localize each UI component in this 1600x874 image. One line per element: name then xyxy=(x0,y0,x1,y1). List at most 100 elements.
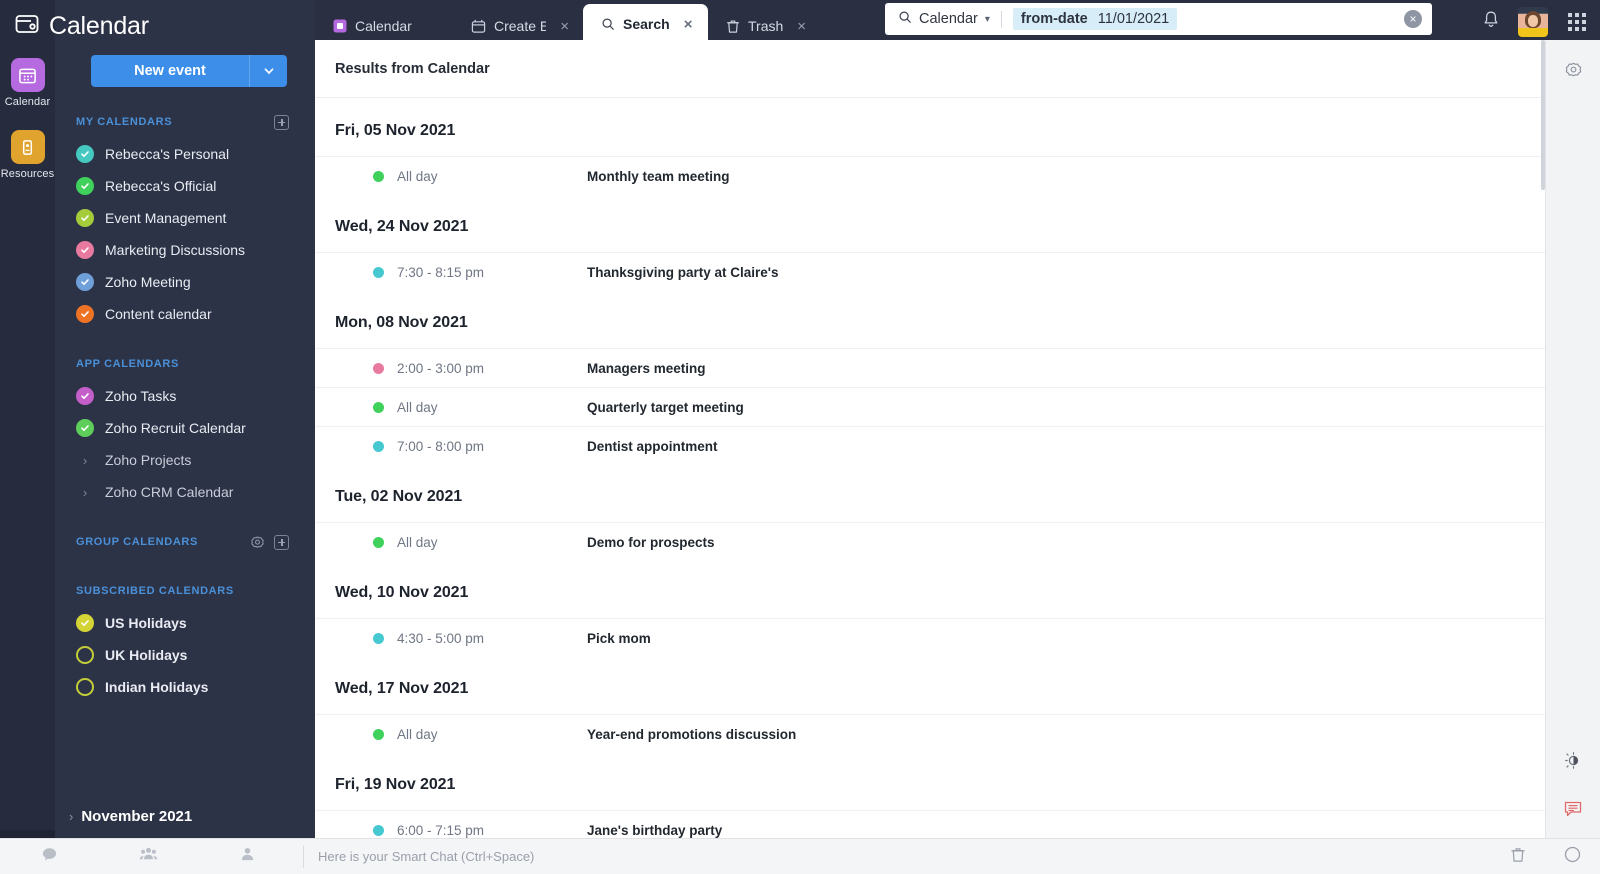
calendar-item-uk-holidays[interactable]: UK Holidays xyxy=(55,639,315,671)
clear-search-button[interactable]: × xyxy=(1404,10,1422,28)
event-row[interactable]: 7:30 - 8:15 pm Thanksgiving party at Cla… xyxy=(315,252,1545,291)
check-icon[interactable] xyxy=(76,614,94,632)
check-icon[interactable] xyxy=(76,177,94,195)
event-title: Jane's birthday party xyxy=(587,823,722,838)
day-group: Wed, 10 Nov 2021 4:30 - 5:00 pm Pick mom xyxy=(315,561,1545,657)
calendar-item-rebeccas-official[interactable]: Rebecca's Official xyxy=(55,170,315,202)
event-row[interactable]: 6:00 - 7:15 pm Jane's birthday party xyxy=(315,810,1545,838)
add-calendar-button[interactable] xyxy=(274,115,289,130)
app-rail-item-calendar[interactable]: Calendar xyxy=(0,44,55,108)
calendar-label: US Holidays xyxy=(105,615,187,631)
taskbar-circle-button[interactable] xyxy=(1545,846,1600,868)
section-title: GROUP CALENDARS xyxy=(76,536,198,548)
check-icon[interactable] xyxy=(76,209,94,227)
check-icon[interactable] xyxy=(76,305,94,323)
circle-icon xyxy=(1564,846,1581,868)
search-bar[interactable]: Calendar ▾ from-date 11/01/2021 × xyxy=(885,3,1432,35)
person-icon xyxy=(240,846,255,867)
event-title: Dentist appointment xyxy=(587,439,718,454)
event-title: Quarterly target meeting xyxy=(587,400,744,415)
calendar-label: Content calendar xyxy=(105,306,212,322)
chevron-down-icon[interactable] xyxy=(249,55,287,87)
add-group-calendar-button[interactable] xyxy=(274,535,289,550)
user-profile-button[interactable] xyxy=(1512,0,1554,44)
theme-toggle-button[interactable] xyxy=(1558,748,1588,778)
unchecked-circle-icon[interactable] xyxy=(76,678,94,696)
calendar-item-content-calendar[interactable]: Content calendar xyxy=(55,298,315,330)
taskbar-person-button[interactable] xyxy=(198,846,297,867)
chevron-right-icon[interactable]: › xyxy=(76,485,94,500)
event-row[interactable]: All day Quarterly target meeting xyxy=(315,387,1545,426)
right-rail xyxy=(1545,40,1600,838)
gear-icon[interactable] xyxy=(250,535,265,550)
check-icon[interactable] xyxy=(76,419,94,437)
event-row[interactable]: All day Year-end promotions discussion xyxy=(315,714,1545,753)
tab-search[interactable]: Search × xyxy=(583,4,708,44)
notifications-button[interactable] xyxy=(1470,0,1512,44)
app-rail-item-resources[interactable]: Resources xyxy=(0,108,55,180)
tab-trash[interactable]: Trash × xyxy=(708,8,826,44)
day-label: Wed, 24 Nov 2021 xyxy=(315,218,1545,236)
chevron-right-icon[interactable]: › xyxy=(76,453,94,468)
avatar[interactable] xyxy=(1518,7,1548,37)
day-label: Wed, 10 Nov 2021 xyxy=(315,584,1545,602)
month-navigator[interactable]: › November 2021 xyxy=(55,808,192,825)
calendar-item-rebeccas-personal[interactable]: Rebecca's Personal xyxy=(55,138,315,170)
calendar-item-zoho-recruit-calendar[interactable]: Zoho Recruit Calendar xyxy=(55,412,315,444)
check-icon[interactable] xyxy=(76,273,94,291)
calendar-item-indian-holidays[interactable]: Indian Holidays xyxy=(55,671,315,703)
tab-create-event[interactable]: Create Ev × xyxy=(453,8,583,44)
calendar-item-marketing-discussions[interactable]: Marketing Discussions xyxy=(55,234,315,266)
event-row[interactable]: All day Monthly team meeting xyxy=(315,156,1545,195)
tab-calendar[interactable]: Calendar xyxy=(315,8,453,44)
check-icon[interactable] xyxy=(76,145,94,163)
search-filter-chip[interactable]: from-date 11/01/2021 xyxy=(1013,8,1177,30)
taskbar-chat-button[interactable] xyxy=(0,846,99,868)
apps-launcher-button[interactable] xyxy=(1554,0,1600,44)
event-time: 6:00 - 7:15 pm xyxy=(397,823,587,838)
divider xyxy=(303,846,304,868)
event-time: 7:30 - 8:15 pm xyxy=(397,265,587,280)
close-icon[interactable]: × xyxy=(560,19,569,34)
event-color-dot xyxy=(373,825,384,836)
event-title: Thanksgiving party at Claire's xyxy=(587,265,779,280)
new-event-button[interactable]: New event xyxy=(91,55,287,87)
search-icon xyxy=(898,10,912,29)
calendar-item-us-holidays[interactable]: US Holidays xyxy=(55,607,315,639)
calendar-item-event-management[interactable]: Event Management xyxy=(55,202,315,234)
feedback-button[interactable] xyxy=(1558,796,1588,826)
event-color-dot xyxy=(373,729,384,740)
calendar-label: Zoho Recruit Calendar xyxy=(105,420,246,436)
settings-button[interactable] xyxy=(1558,58,1588,88)
event-row[interactable]: 2:00 - 3:00 pm Managers meeting xyxy=(315,348,1545,387)
calendar-item-zoho-crm-calendar[interactable]: › Zoho CRM Calendar xyxy=(55,476,315,508)
divider xyxy=(1001,11,1002,28)
tab-label: Create Ev xyxy=(494,18,546,34)
event-row[interactable]: All day Demo for prospects xyxy=(315,522,1545,561)
calendar-tab-icon xyxy=(333,19,347,33)
sidebar-footer: › November 2021 xyxy=(55,794,315,838)
chevron-right-icon[interactable]: › xyxy=(69,809,73,824)
calendar-item-zoho-projects[interactable]: › Zoho Projects xyxy=(55,444,315,476)
event-row[interactable]: 4:30 - 5:00 pm Pick mom xyxy=(315,618,1545,657)
taskbar-trash-button[interactable] xyxy=(1490,846,1545,868)
smart-chat-input[interactable]: Here is your Smart Chat (Ctrl+Space) xyxy=(310,849,534,864)
event-time: 7:00 - 8:00 pm xyxy=(397,439,587,454)
search-scope-dropdown[interactable]: Calendar ▾ xyxy=(885,10,1001,29)
calendar-item-zoho-meeting[interactable]: Zoho Meeting xyxy=(55,266,315,298)
calendar-item-zoho-tasks[interactable]: Zoho Tasks xyxy=(55,380,315,412)
event-row[interactable]: 7:00 - 8:00 pm Dentist appointment xyxy=(315,426,1545,465)
day-group: Wed, 24 Nov 2021 7:30 - 8:15 pm Thanksgi… xyxy=(315,195,1545,291)
check-icon[interactable] xyxy=(76,387,94,405)
taskbar-contacts-button[interactable] xyxy=(99,846,198,867)
section-title: MY CALENDARS xyxy=(76,116,172,128)
check-icon[interactable] xyxy=(76,241,94,259)
event-time: All day xyxy=(397,400,587,415)
event-title: Managers meeting xyxy=(587,361,706,376)
section-subscribed-calendars-header: SUBSCRIBED CALENDARS xyxy=(55,580,315,602)
close-icon[interactable]: × xyxy=(797,19,806,34)
bell-icon xyxy=(1482,10,1500,34)
chevron-down-icon[interactable]: ▾ xyxy=(985,14,990,25)
close-icon[interactable]: × xyxy=(684,17,693,32)
unchecked-circle-icon[interactable] xyxy=(76,646,94,664)
